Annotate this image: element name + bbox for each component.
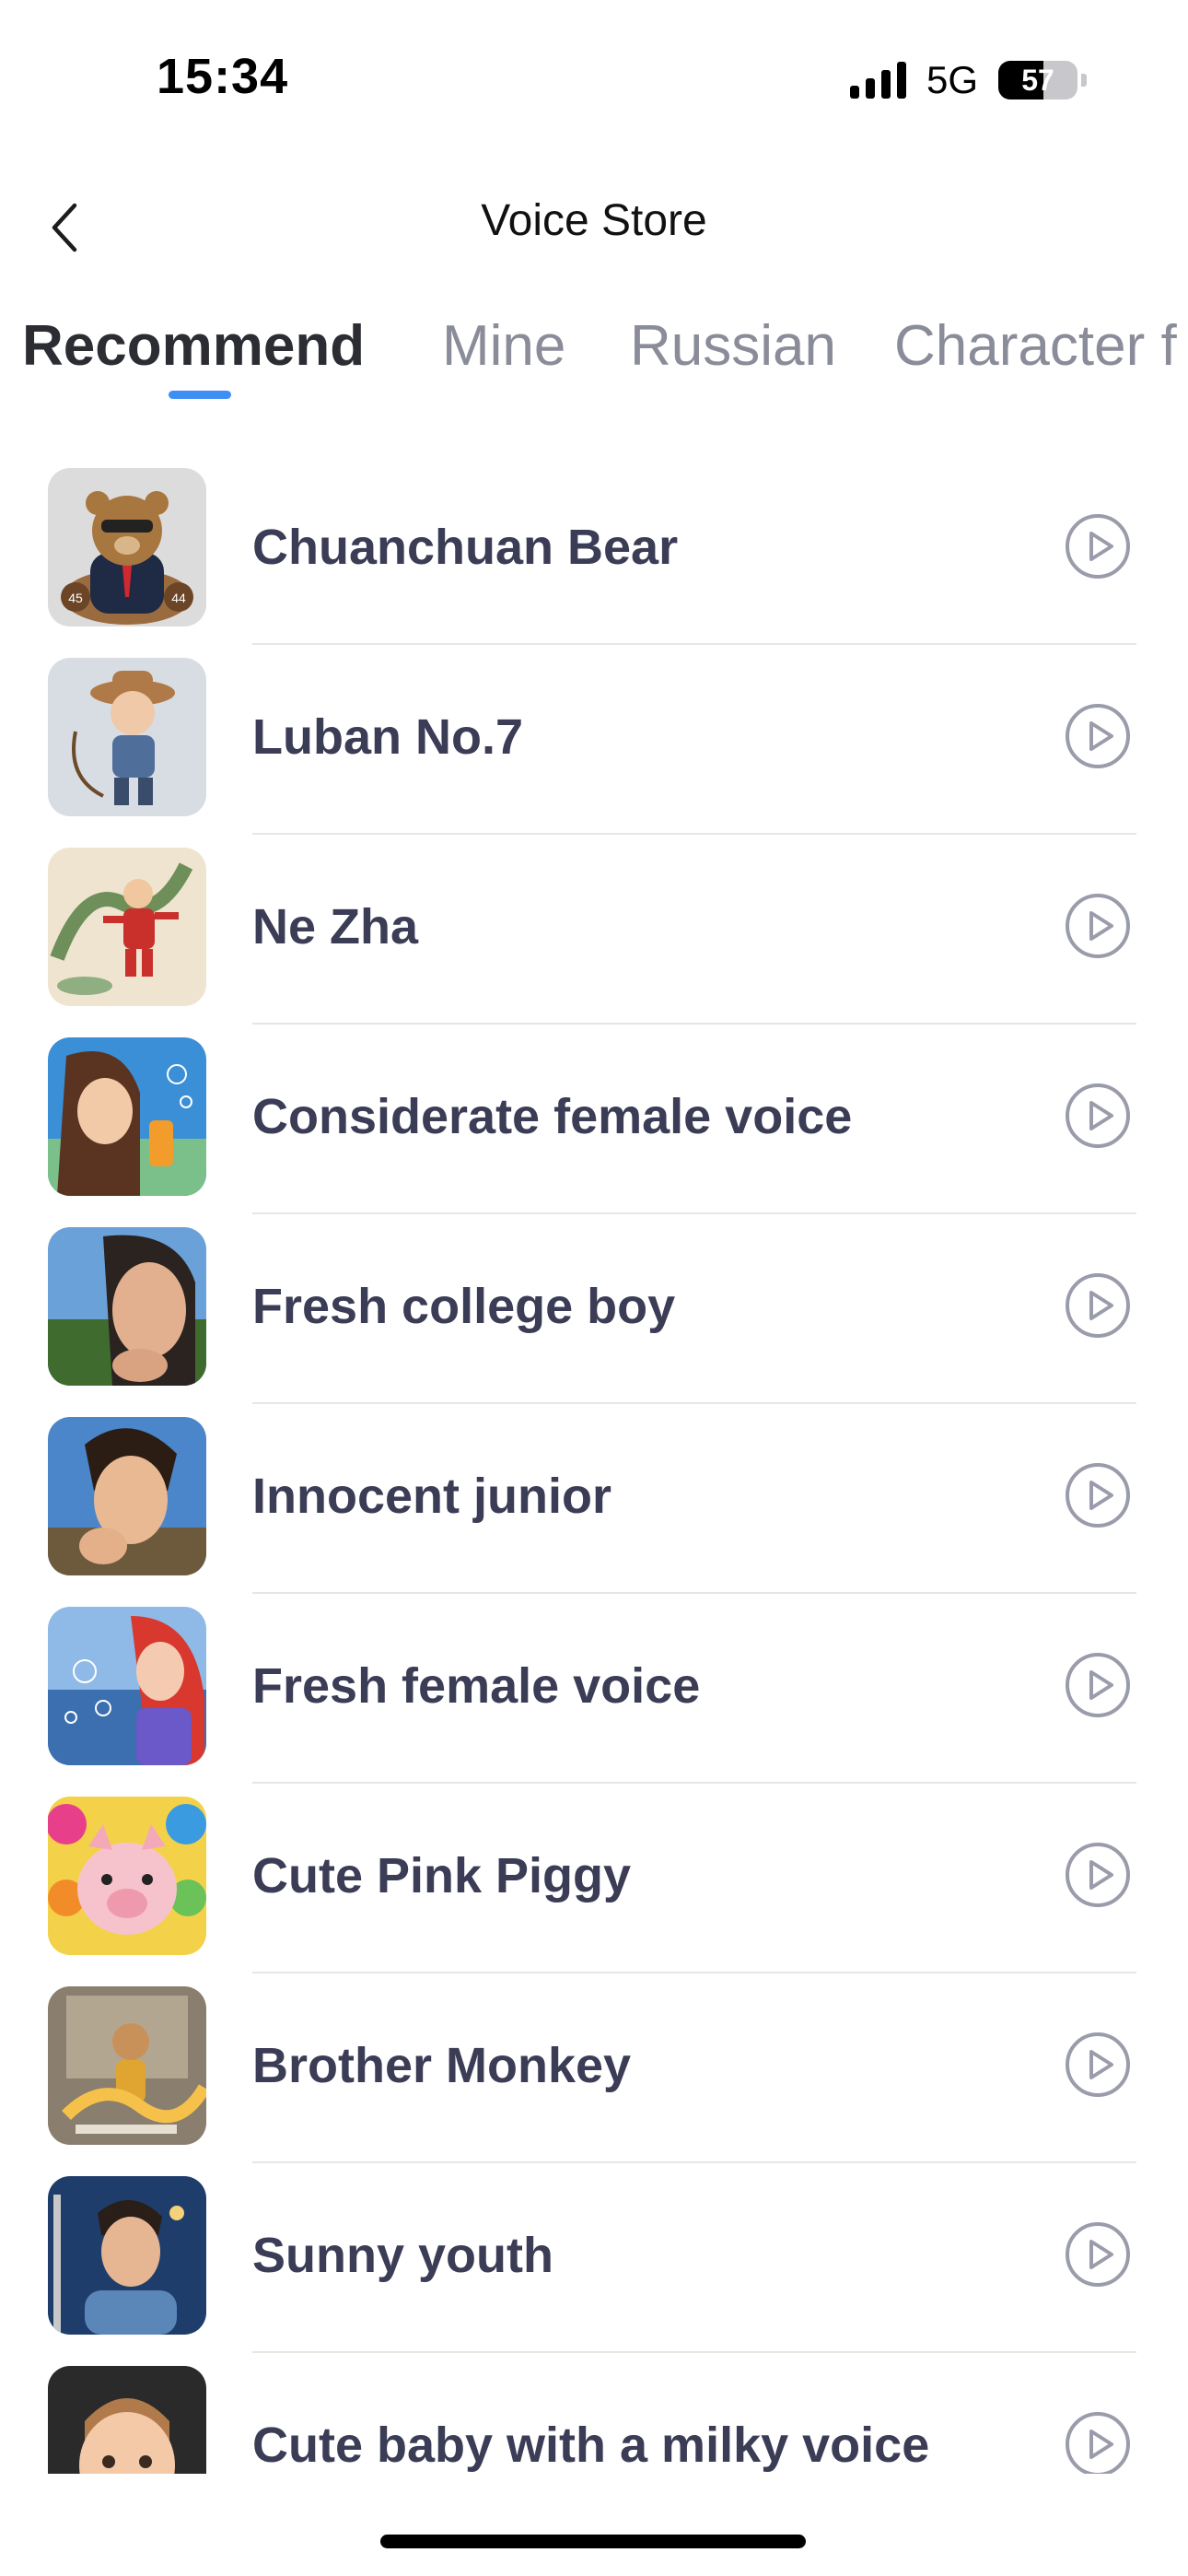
- voice-item-brother-monkey[interactable]: Brother Monkey: [0, 1984, 1188, 2173]
- voice-item-luban-no7[interactable]: Luban No.7: [0, 655, 1188, 845]
- battery-icon: 57: [998, 61, 1077, 100]
- voice-name: Luban No.7: [252, 709, 523, 765]
- voice-item-chuanchuan-bear[interactable]: 45 44 Chuanchuan Bear: [0, 465, 1188, 655]
- play-button[interactable]: [1065, 703, 1131, 769]
- play-button[interactable]: [1065, 513, 1131, 580]
- page-title: Voice Store: [481, 196, 707, 245]
- play-circle-icon: [1066, 514, 1130, 579]
- divider: [252, 1972, 1136, 1973]
- battery-cap: [1081, 74, 1087, 87]
- active-tab-indicator: [169, 391, 231, 399]
- play-button[interactable]: [1065, 1842, 1131, 1908]
- tab-recommend[interactable]: Recommend: [22, 313, 365, 379]
- divider: [252, 1782, 1136, 1784]
- avatar-boy-blue-shirt: [48, 2176, 206, 2335]
- battery-level: 57: [1021, 63, 1054, 97]
- play-button[interactable]: [1065, 2411, 1131, 2474]
- avatar-pink-piggy: [48, 1797, 206, 1955]
- voice-item-considerate-female[interactable]: Considerate female voice: [0, 1035, 1188, 1224]
- network-type: 5G: [926, 58, 978, 101]
- play-button[interactable]: [1065, 1652, 1131, 1718]
- play-button[interactable]: [1065, 1272, 1131, 1339]
- category-tabs: Recommend Mine Russian Character f: [0, 295, 1188, 405]
- play-circle-icon: [1066, 1653, 1130, 1717]
- home-indicator: [380, 2535, 806, 2548]
- divider: [252, 1023, 1136, 1025]
- svg-text:44: 44: [171, 591, 186, 605]
- play-circle-icon: [1066, 2412, 1130, 2474]
- voice-name: Cute baby with a milky voice: [252, 2418, 930, 2473]
- voice-list: 45 44 Chuanchuan Bear Luban No.7 Ne Zha …: [0, 465, 1188, 2474]
- status-bar: 15:34 5G 57: [0, 0, 1188, 157]
- tab-character[interactable]: Character f: [894, 313, 1177, 379]
- play-circle-icon: [1066, 1273, 1130, 1338]
- status-indicators: 5G 57: [849, 57, 1087, 103]
- avatar-cowboy: [48, 658, 206, 816]
- divider: [252, 1402, 1136, 1404]
- avatar-baby: [48, 2366, 206, 2474]
- avatar-curly-boy: [48, 1417, 206, 1575]
- divider: [252, 1212, 1136, 1214]
- voice-name: Cute Pink Piggy: [252, 1848, 632, 1903]
- tab-mine[interactable]: Mine: [442, 313, 565, 379]
- svg-text:45: 45: [68, 591, 83, 605]
- status-time: 15:34: [157, 49, 289, 104]
- divider: [252, 2161, 1136, 2163]
- voice-name: Innocent junior: [252, 1469, 611, 1524]
- voice-name: Fresh college boy: [252, 1279, 676, 1334]
- divider: [252, 643, 1136, 645]
- play-button[interactable]: [1065, 1083, 1131, 1149]
- play-circle-icon: [1066, 1843, 1130, 1907]
- play-circle-icon: [1066, 2032, 1130, 2097]
- avatar-teddy-bear: 45 44: [48, 468, 206, 626]
- voice-name: Ne Zha: [252, 899, 419, 954]
- voice-item-innocent-junior[interactable]: Innocent junior: [0, 1414, 1188, 1604]
- play-circle-icon: [1066, 704, 1130, 768]
- play-button[interactable]: [1065, 2032, 1131, 2098]
- play-circle-icon: [1066, 2222, 1130, 2287]
- voice-name: Brother Monkey: [252, 2038, 632, 2093]
- play-button[interactable]: [1065, 1462, 1131, 1528]
- cellular-signal-icon: [849, 62, 906, 99]
- divider: [252, 1592, 1136, 1594]
- divider: [252, 833, 1136, 835]
- avatar-young-man: [48, 1227, 206, 1386]
- voice-name: Considerate female voice: [252, 1089, 853, 1144]
- voice-item-ne-zha[interactable]: Ne Zha: [0, 845, 1188, 1035]
- voice-item-fresh-female[interactable]: Fresh female voice: [0, 1604, 1188, 1794]
- avatar-red-haired-girl: [48, 1607, 206, 1765]
- voice-item-fresh-college-boy[interactable]: Fresh college boy: [0, 1224, 1188, 1414]
- voice-item-cute-baby[interactable]: Cute baby with a milky voice: [0, 2363, 1188, 2474]
- play-circle-icon: [1066, 1463, 1130, 1528]
- tab-russian[interactable]: Russian: [630, 313, 836, 379]
- play-button[interactable]: [1065, 893, 1131, 959]
- avatar-ne-zha: [48, 848, 206, 1006]
- avatar-monkey-king: [48, 1986, 206, 2145]
- navigation-bar: Voice Store: [0, 175, 1188, 276]
- voice-name: Sunny youth: [252, 2228, 553, 2283]
- play-button[interactable]: [1065, 2221, 1131, 2288]
- voice-item-sunny-youth[interactable]: Sunny youth: [0, 2173, 1188, 2363]
- voice-name: Fresh female voice: [252, 1658, 701, 1714]
- play-circle-icon: [1066, 894, 1130, 958]
- avatar-girl-with-drink: [48, 1037, 206, 1196]
- divider: [252, 2351, 1136, 2353]
- voice-item-cute-pink-piggy[interactable]: Cute Pink Piggy: [0, 1794, 1188, 1984]
- play-circle-icon: [1066, 1083, 1130, 1148]
- voice-name: Chuanchuan Bear: [252, 520, 679, 575]
